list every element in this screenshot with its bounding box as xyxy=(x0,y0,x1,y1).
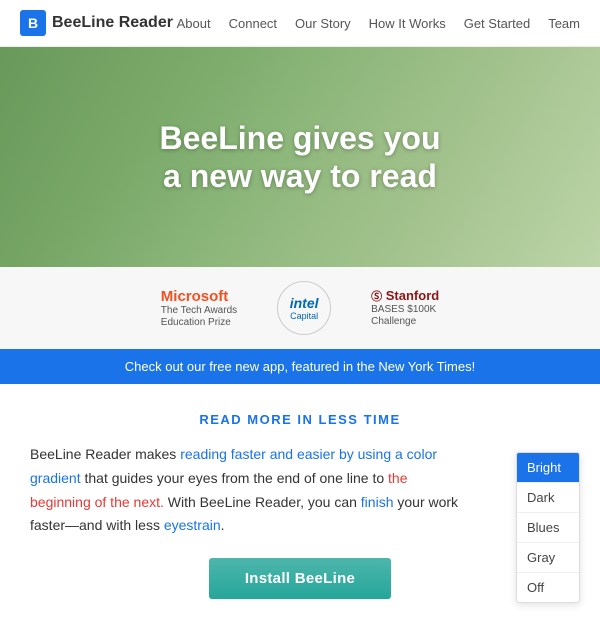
nav-team[interactable]: Team xyxy=(548,16,580,31)
theme-item-off[interactable]: Off xyxy=(517,573,579,602)
body-text-5: . xyxy=(221,517,225,533)
hero-title-line1: BeeLine gives you xyxy=(160,120,441,156)
partners-bar: Microsoft The Tech Awards Education Priz… xyxy=(0,267,600,349)
hero-title-line2: a new way to read xyxy=(163,158,437,194)
body-text-3: With BeeLine Reader, you can xyxy=(164,494,361,510)
section-label: READ MORE IN LESS TIME xyxy=(30,412,570,427)
intel-sub: Capital xyxy=(290,311,318,321)
partner-stanford: Ⓢ Stanford BASES $100K Challenge xyxy=(371,288,439,328)
theme-item-dark[interactable]: Dark xyxy=(517,483,579,513)
body-text-highlight3: finish xyxy=(361,494,394,510)
logo-b-icon: B xyxy=(20,10,46,36)
theme-item-gray[interactable]: Gray xyxy=(517,543,579,573)
nav-how-it-works[interactable]: How It Works xyxy=(369,16,446,31)
promo-banner: Check out our free new app, featured in … xyxy=(0,349,600,384)
main-content: READ MORE IN LESS TIME BeeLine Reader ma… xyxy=(0,384,600,619)
nav-get-started[interactable]: Get Started xyxy=(464,16,530,31)
nav-about[interactable]: About xyxy=(177,16,211,31)
microsoft-sub: The Tech Awards Education Prize xyxy=(161,305,237,329)
body-text: BeeLine Reader makes reading faster and … xyxy=(30,443,460,538)
nav-links: About Connect Our Story How It Works Get… xyxy=(177,16,580,31)
hero-content: BeeLine gives you a new way to read xyxy=(0,47,600,267)
stanford-logo: Ⓢ Stanford xyxy=(371,288,439,304)
hero-title: BeeLine gives you a new way to read xyxy=(160,119,441,196)
logo: B BeeLine Reader xyxy=(20,10,173,36)
hero-section: BeeLine gives you a new way to read xyxy=(0,47,600,267)
body-text-2: that guides your eyes from the end of on… xyxy=(81,470,388,486)
banner-text: Check out our free new app, featured in … xyxy=(125,359,475,374)
partner-intel: intel Capital xyxy=(277,281,331,335)
navbar: B BeeLine Reader About Connect Our Story… xyxy=(0,0,600,47)
partner-microsoft: Microsoft The Tech Awards Education Priz… xyxy=(161,288,237,329)
stanford-name: Stanford xyxy=(386,288,439,303)
body-text-highlight4: eyestrain xyxy=(164,517,221,533)
install-button[interactable]: Install BeeLine xyxy=(209,558,391,599)
body-text-1: BeeLine Reader makes xyxy=(30,446,180,462)
intel-name: intel xyxy=(290,295,319,311)
theme-item-bright[interactable]: Bright xyxy=(517,453,579,483)
install-btn-wrapper: Install BeeLine xyxy=(30,558,570,599)
nav-our-story[interactable]: Our Story xyxy=(295,16,351,31)
stanford-sub: BASES $100K Challenge xyxy=(371,304,439,328)
theme-panel: Bright Dark Blues Gray Off xyxy=(516,452,580,603)
nav-connect[interactable]: Connect xyxy=(229,16,277,31)
logo-text: BeeLine Reader xyxy=(52,14,173,32)
microsoft-name: Microsoft xyxy=(161,288,237,305)
theme-item-blues[interactable]: Blues xyxy=(517,513,579,543)
